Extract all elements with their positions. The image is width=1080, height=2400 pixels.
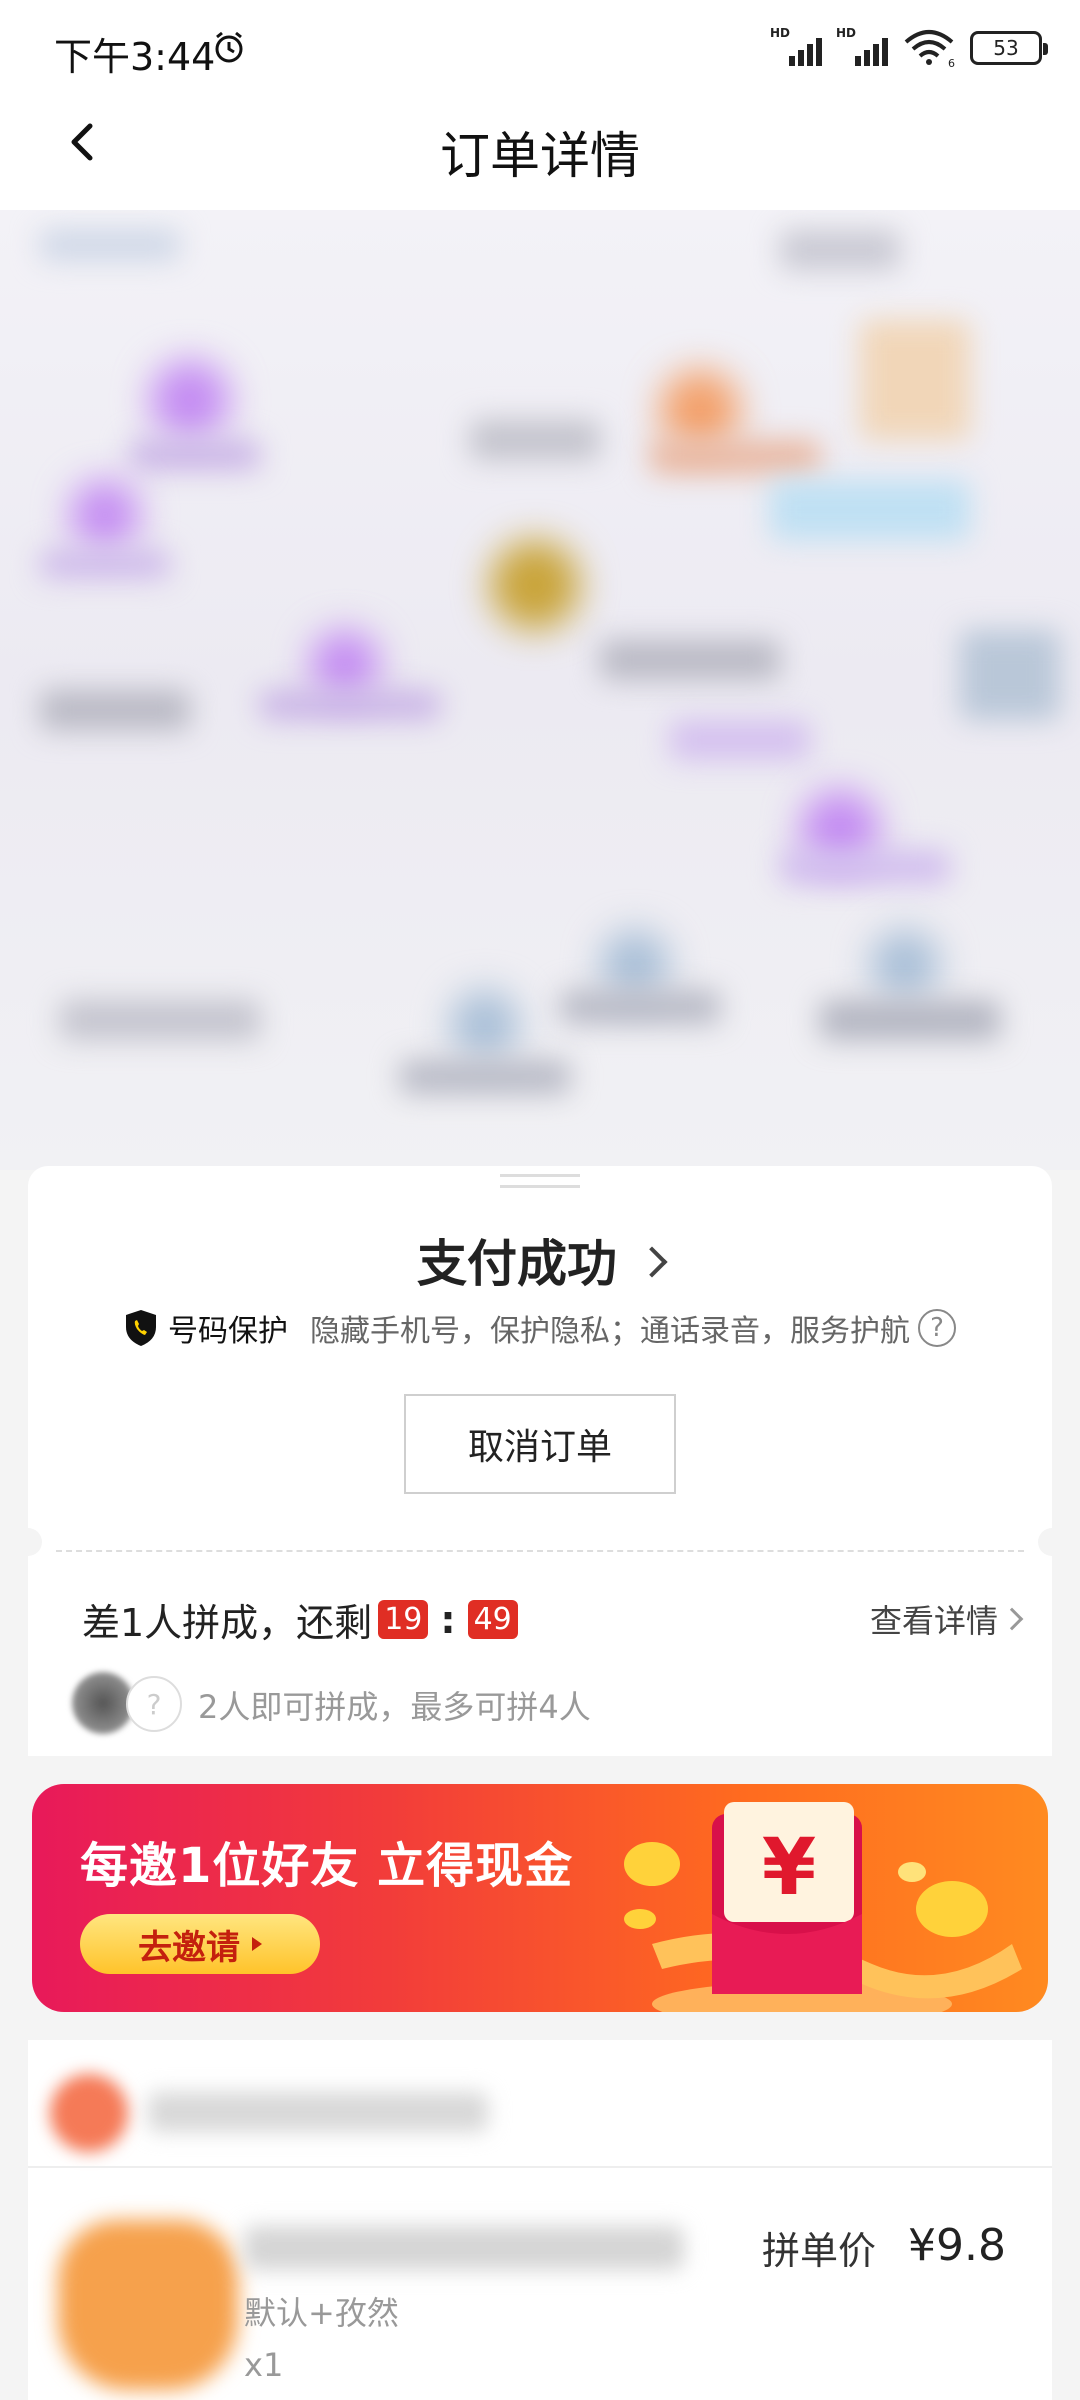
divider	[28, 2166, 1052, 2168]
banner-title: 每邀1位好友 立得现金	[80, 1838, 574, 1894]
chevron-right-icon	[636, 1246, 668, 1278]
payment-card: 支付成功 号码保护 隐藏手机号，保护隐私；通话录音，服务护航 ? 取消订单	[28, 1166, 1052, 1542]
currency-symbol: ¥	[762, 1823, 816, 1913]
signal-hd-label-2: HD	[836, 26, 857, 40]
invite-button[interactable]: 去邀请	[80, 1914, 320, 1974]
group-status-text: 差1人拼成，还剩	[82, 1601, 373, 1645]
shop-logo[interactable]	[50, 2074, 128, 2152]
drag-handle[interactable]	[500, 1174, 580, 1188]
product-name-redacted	[244, 2226, 684, 2270]
status-icons: HD HD 6 53	[770, 26, 1048, 68]
payment-status-text: 支付成功	[417, 1235, 617, 1293]
countdown-minutes: 19	[378, 1600, 429, 1639]
view-details-link[interactable]: 查看详情	[869, 1596, 1024, 1642]
battery-level: 53	[993, 36, 1019, 60]
group-hint: 2人即可拼成，最多可拼4人	[198, 1688, 591, 1726]
status-time: 下午3:44	[54, 35, 216, 79]
signal-hd-label: HD	[770, 26, 791, 40]
price-value: ¥9.8	[908, 2220, 1006, 2271]
battery-icon: 53	[970, 31, 1048, 65]
play-arrow-icon	[252, 1937, 262, 1951]
invite-banner[interactable]: 每邀1位好友 立得现金 去邀请 ¥	[32, 1784, 1048, 2012]
cellular-signal-icon: HD	[770, 26, 822, 66]
cancel-order-button[interactable]: 取消订单	[404, 1394, 676, 1494]
group-buy-card: 差1人拼成，还剩 19 : 49 查看详情 ? 2人即可拼成，最多可拼4人	[14, 1528, 1066, 1756]
number-protection-row: 号码保护 隐藏手机号，保护隐私；通话录音，服务护航 ?	[124, 1306, 956, 1350]
view-details-label: 查看详情	[869, 1602, 998, 1640]
countdown-seconds: 49	[467, 1600, 518, 1639]
alarm-icon	[215, 31, 243, 63]
empty-slot-avatar: ?	[126, 1676, 182, 1732]
status-bar: 下午3:44 HD HD 6 53	[0, 0, 1080, 96]
cellular-signal-icon-2: HD	[836, 26, 888, 66]
product-card[interactable]: 拼单价 ¥9.8 默认+孜然 x1	[28, 2040, 1052, 2400]
protection-description: 隐藏手机号，保护隐私；通话录音，服务护航	[310, 1314, 910, 1349]
page-title: 订单详情	[440, 127, 640, 185]
help-icon[interactable]: ?	[918, 1309, 956, 1347]
map-view[interactable]	[0, 210, 1080, 1170]
protection-title: 号码保护	[168, 1314, 288, 1349]
group-status: 差1人拼成，还剩 19 : 49	[82, 1592, 524, 1647]
wifi-label: 6	[948, 57, 955, 68]
price-label: 拼单价	[762, 2229, 877, 2273]
countdown-separator: :	[440, 1597, 456, 1642]
wifi-icon: 6	[904, 30, 955, 68]
product-spec: 默认+孜然	[244, 2294, 399, 2332]
payment-status-link[interactable]: 支付成功	[28, 1224, 1052, 1296]
invite-button-label: 去邀请	[138, 1927, 240, 1968]
shop-name-redacted[interactable]	[148, 2092, 488, 2132]
dashed-divider	[56, 1550, 1024, 1552]
member-avatar	[72, 1672, 134, 1734]
shield-phone-icon	[126, 1310, 156, 1346]
product-image[interactable]	[58, 2220, 238, 2390]
nav-bar: 订单详情	[0, 96, 1080, 216]
red-envelope-icon: ¥	[624, 1802, 1022, 2012]
chevron-right-icon	[1000, 1607, 1024, 1631]
product-quantity: x1	[244, 2346, 284, 2384]
